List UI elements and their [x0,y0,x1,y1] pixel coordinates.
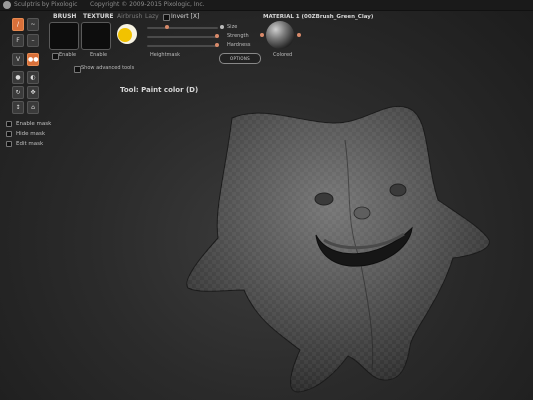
nose [353,206,371,220]
model-checker-overlay [186,106,490,393]
right-eye [389,183,407,197]
sculptris-app: Sculptris by Pixologic Copyright © 2009-… [0,0,533,400]
left-eye [314,192,334,206]
viewport-canvas[interactable] [0,0,533,400]
sculpt-model[interactable] [186,106,490,393]
